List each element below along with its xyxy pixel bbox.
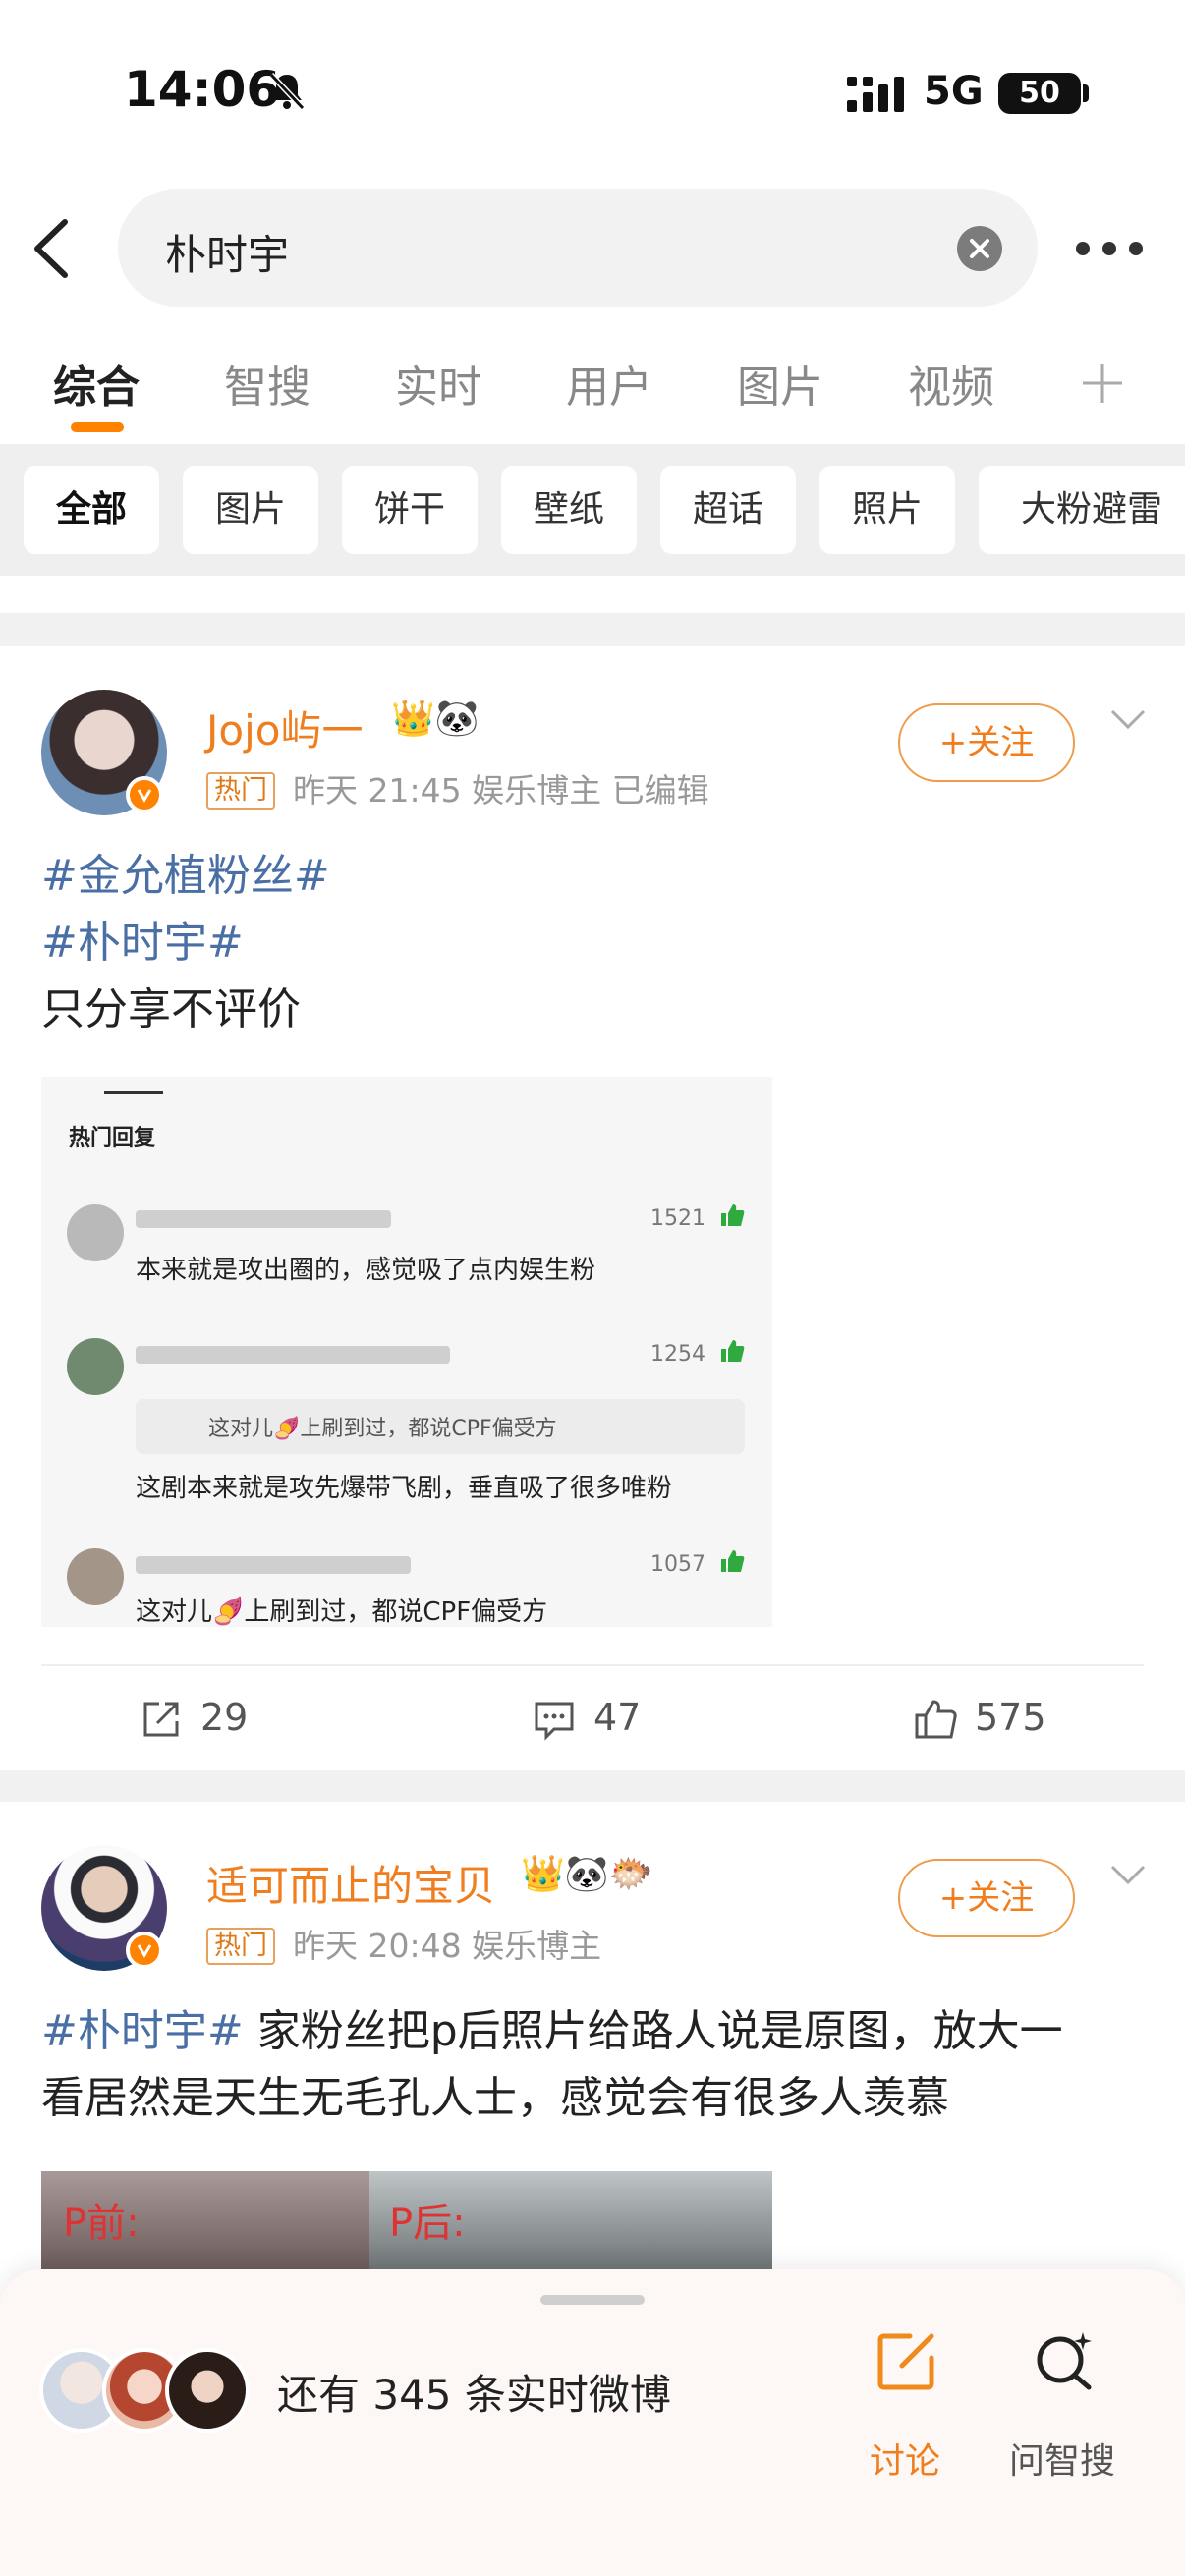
repost-count: 29	[200, 1696, 249, 1739]
post-body-line: 家粉丝把p后照片给路人说是原图，放大一	[243, 2006, 1063, 2056]
comment-text: 这剧本来就是攻先爆带飞剧，垂直吸了很多唯粉	[136, 1474, 673, 1503]
network-type: 5G	[924, 69, 984, 114]
quoted-reply-text: 这对儿🍠上刷到过，都说CPF偏受方	[208, 1417, 557, 1441]
hashtag-link[interactable]: #金允植粉丝#	[41, 843, 330, 910]
chevron-down-icon[interactable]	[1108, 707, 1148, 731]
post-meta-text: 昨天 20:48 娱乐博主	[293, 1927, 602, 1965]
repost-button[interactable]: 29	[140, 1678, 287, 1757]
bell-muted-icon	[268, 72, 306, 111]
embedded-avatar	[67, 1204, 124, 1261]
blurred-username	[136, 1346, 450, 1364]
tab-images[interactable]: 图片	[737, 352, 823, 415]
filter-cookies[interactable]: 饼干	[342, 466, 478, 554]
clear-search-icon[interactable]	[957, 226, 1002, 271]
section-divider	[0, 613, 1185, 646]
avatar	[165, 2348, 250, 2433]
post-image[interactable]: P前: P后:	[41, 2171, 772, 2279]
ask-smart-search-button[interactable]: 问智搜	[998, 2330, 1126, 2488]
action-divider	[41, 1664, 1144, 1666]
thumb-up-icon	[721, 1550, 745, 1572]
hashtag-link[interactable]: #朴时宇#	[41, 2006, 244, 2056]
username[interactable]: 适可而止的宝贝	[206, 1853, 495, 1913]
search-input[interactable]: 朴时宇	[118, 189, 1038, 307]
follow-button[interactable]: +关注	[898, 1859, 1075, 1937]
realtime-bottom-sheet[interactable]: 还有 345 条实时微博 讨论 问智搜	[0, 2269, 1185, 2576]
comment-text: 本来就是攻出圈的，感觉吸了点内娱生粉	[136, 1256, 596, 1285]
follow-button[interactable]: +关注	[898, 703, 1075, 782]
post-text: #朴时宇# 家粉丝把p后照片给路人说是原图，放大一 看居然是天生无毛孔人士，感觉…	[41, 1998, 1152, 2132]
user-badge-icons: 👑🐼🐡	[521, 1854, 653, 1894]
like-count: 575	[975, 1696, 1046, 1739]
user-badge-icons: 👑🐼	[391, 699, 480, 739]
tab-realtime[interactable]: 实时	[395, 352, 481, 415]
add-tab-icon[interactable]	[1079, 360, 1126, 407]
comment-like-count: 1057	[650, 1552, 705, 1577]
battery-tip	[1083, 84, 1089, 102]
comment-button[interactable]: 47	[533, 1678, 680, 1757]
filter-strip: 全部 图片 饼干 壁纸 超话 照片 大粉避雷	[0, 444, 1185, 576]
status-time: 14:06	[124, 61, 281, 118]
chevron-down-icon[interactable]	[1108, 1863, 1148, 1886]
sheet-drag-handle[interactable]	[540, 2295, 645, 2305]
back-arrow-icon[interactable]	[28, 216, 77, 281]
filter-all[interactable]: 全部	[24, 466, 159, 554]
battery-level: 50	[1019, 76, 1060, 110]
share-icon	[143, 1702, 179, 1737]
discuss-button[interactable]: 讨论	[841, 2330, 969, 2488]
tab-users[interactable]: 用户	[566, 352, 652, 415]
realtime-count-text[interactable]: 还有 345 条实时微博	[277, 2362, 671, 2422]
battery-icon: 50	[998, 73, 1081, 114]
thumb-up-icon	[721, 1204, 745, 1226]
hashtag-link[interactable]: #朴时宇#	[41, 910, 330, 977]
post-meta-text: 昨天 21:45 娱乐博主 已编辑	[293, 771, 709, 810]
filter-wallpaper[interactable]: 壁纸	[501, 466, 637, 554]
filter-fan-warning[interactable]: 大粉避雷	[979, 466, 1185, 554]
like-button[interactable]: 575	[914, 1678, 1071, 1757]
image-top-line	[104, 1091, 163, 1094]
tab-smart-search[interactable]: 智搜	[224, 352, 310, 415]
post-image[interactable]: 热门回复 1521 本来就是攻出圈的，感觉吸了点内娱生粉 1254 这对儿🍠上刷…	[41, 1077, 772, 1627]
before-label: P前:	[63, 2201, 140, 2246]
smart-search-icon	[1037, 2332, 1092, 2390]
embedded-avatar	[67, 1338, 124, 1395]
section-divider	[0, 1770, 1185, 1802]
comment-count: 47	[593, 1696, 642, 1739]
post-text: #金允植粉丝# #朴时宇# 只分享不评价	[41, 843, 330, 1043]
status-bar: 14:06 5G 50	[0, 0, 1185, 187]
ask-label: 问智搜	[1008, 2441, 1115, 2482]
embedded-header: 热门回复	[69, 1126, 156, 1150]
verified-badge-icon	[126, 1932, 163, 1969]
more-options-icon[interactable]	[1075, 234, 1144, 263]
blurred-username	[136, 1210, 391, 1228]
search-tabs: 综合 智搜 实时 用户 图片 视频	[0, 338, 1185, 436]
discuss-label: 讨论	[869, 2441, 940, 2482]
post-body-line: 看居然是天生无毛孔人士，感觉会有很多人羡慕	[41, 2073, 949, 2123]
active-tab-indicator	[71, 422, 124, 432]
comment-text: 这对儿🍠上刷到过，都说CPF偏受方	[136, 1597, 548, 1627]
hot-tag: 热门	[206, 772, 275, 810]
tab-comprehensive[interactable]: 综合	[53, 352, 140, 415]
thumb-up-icon	[721, 1340, 745, 1362]
username[interactable]: Jojo屿一	[206, 698, 363, 757]
filter-photos[interactable]: 照片	[819, 466, 955, 554]
post-actions: 29 47 575	[0, 1678, 1185, 1757]
comment-like-count: 1254	[650, 1342, 705, 1367]
like-thumb-icon	[915, 1700, 957, 1739]
edit-icon	[877, 2333, 934, 2390]
blurred-username	[136, 1556, 411, 1574]
post-meta: 热门 昨天 21:45 娱乐博主 已编辑	[206, 764, 709, 812]
filter-supertopic[interactable]: 超话	[660, 466, 796, 554]
after-label: P后:	[389, 2201, 466, 2246]
verified-badge-icon	[126, 776, 163, 813]
comment-icon	[535, 1702, 574, 1741]
signal-icon	[847, 77, 904, 112]
hot-tag: 热门	[206, 1928, 275, 1965]
post-body: 只分享不评价	[41, 984, 301, 1035]
embedded-avatar	[67, 1548, 124, 1605]
search-query: 朴时宇	[165, 231, 290, 279]
comment-like-count: 1521	[650, 1206, 705, 1231]
filter-images[interactable]: 图片	[183, 466, 318, 554]
post-meta: 热门 昨天 20:48 娱乐博主	[206, 1920, 601, 1967]
tab-videos[interactable]: 视频	[908, 352, 994, 415]
